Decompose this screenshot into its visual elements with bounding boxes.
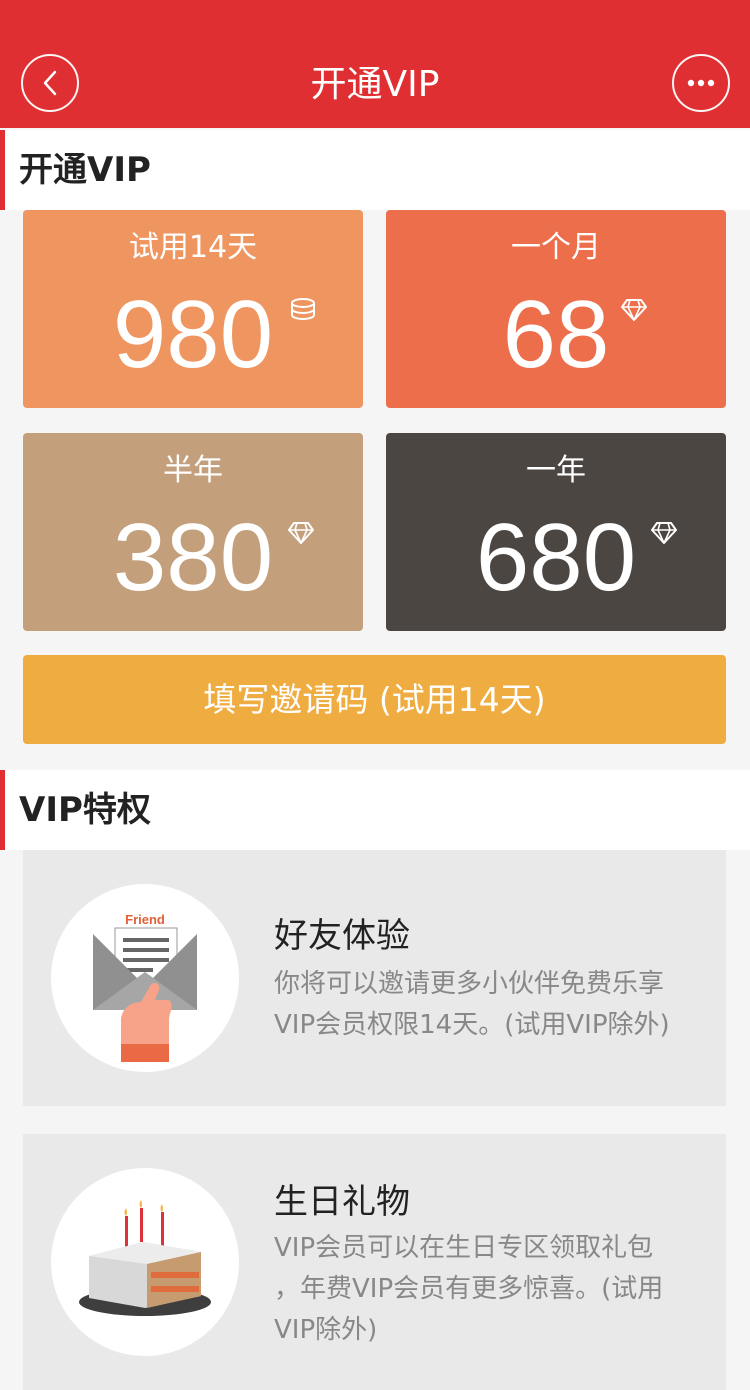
- invite-code-button[interactable]: 填写邀请码 (试用14天): [23, 655, 726, 744]
- plan-price: 680: [475, 504, 637, 611]
- feature-description-line: ，年费VIP会员有更多惊喜。(试用: [274, 1274, 664, 1304]
- plan-label: 一个月: [511, 230, 601, 265]
- feature-friend-experience: Friend 好友体验 你将可以邀请更多小伙伴免费乐享 VIP会员权限14天。(…: [23, 850, 726, 1106]
- plan-one-month[interactable]: 一个月 68: [386, 210, 726, 408]
- section-header-open-vip: 开通VIP: [0, 130, 750, 210]
- section-title: 开通VIP: [19, 150, 151, 190]
- feature-description: 你将可以邀请更多小伙伴免费乐享 VIP会员权限14天。(试用VIP除外): [274, 964, 714, 1046]
- diamond-icon: [621, 299, 647, 321]
- birthday-cake-icon: [79, 1200, 211, 1316]
- feature-title: 好友体验: [274, 916, 410, 956]
- feature-icon-circle: Friend: [51, 884, 239, 1072]
- plan-label: 试用14天: [128, 230, 258, 265]
- plan-label: 半年: [163, 453, 223, 488]
- feature-icon-circle: [51, 1168, 239, 1356]
- feature-description: VIP会员可以在生日专区领取礼包 ，年费VIP会员有更多惊喜。(试用 VIP除外…: [274, 1228, 714, 1351]
- section-title: VIP特权: [19, 790, 151, 830]
- feature-title: 生日礼物: [274, 1182, 410, 1222]
- coins-icon: [291, 298, 315, 321]
- plan-trial-14-days[interactable]: 试用14天 980: [23, 210, 363, 408]
- more-button[interactable]: [672, 54, 730, 112]
- plan-price: 68: [502, 281, 610, 388]
- feature-description-line: VIP除外): [274, 1315, 378, 1345]
- feature-description-line: VIP会员权限14天。(试用VIP除外): [274, 1010, 670, 1040]
- nav-bar: 开通VIP: [0, 0, 750, 128]
- plan-label: 一年: [526, 453, 586, 488]
- feature-description-line: VIP会员可以在生日专区领取礼包: [274, 1233, 654, 1263]
- feature-description-line: 你将可以邀请更多小伙伴免费乐享: [274, 969, 665, 999]
- friend-envelope-icon: Friend: [93, 912, 197, 1062]
- diamond-icon: [651, 522, 677, 544]
- plan-price: 980: [112, 281, 274, 388]
- page-title: 开通VIP: [310, 64, 440, 105]
- plan-one-year[interactable]: 一年 680: [386, 433, 726, 631]
- more-dots-icon: [687, 79, 715, 87]
- section-header-vip-privileges: VIP特权: [0, 770, 750, 850]
- plan-price: 380: [112, 504, 274, 611]
- section-accent-bar: [0, 130, 5, 210]
- friend-icon-text: Friend: [125, 912, 165, 927]
- section-accent-bar: [0, 770, 5, 850]
- feature-birthday-gift: 生日礼物 VIP会员可以在生日专区领取礼包 ，年费VIP会员有更多惊喜。(试用 …: [23, 1134, 726, 1390]
- plan-half-year[interactable]: 半年 380: [23, 433, 363, 631]
- diamond-icon: [288, 522, 314, 544]
